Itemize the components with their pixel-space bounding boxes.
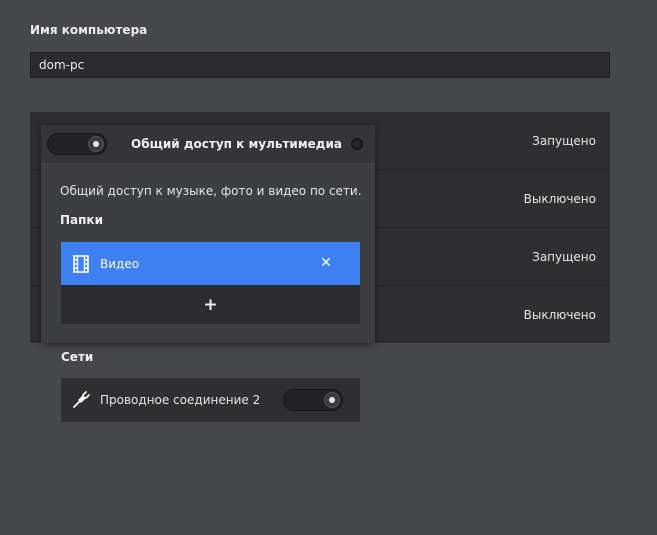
popover-description: Общий доступ к музыке, фото и видео по с… [60,184,362,198]
service-status: Выключено [523,307,596,322]
toggle-knob[interactable] [88,136,104,152]
plug-icon [73,391,90,408]
hostname-input[interactable]: dom-pc [30,52,610,78]
hostname-label: Имя компьютера [30,23,148,37]
service-status: Запущено [532,249,596,264]
popover-title: Общий доступ к мультимедиа [131,137,342,151]
service-status: Выключено [523,191,596,206]
media-sharing-popover: Общий доступ к мультимедиа Общий доступ … [41,125,375,343]
network-name: Проводное соединение 2 [100,393,261,407]
film-icon [73,254,89,273]
network-toggle[interactable] [283,389,343,411]
networks-heading: Сети [61,350,94,364]
service-status: Запущено [532,133,596,148]
folder-name: Видео [100,256,140,271]
folders-heading: Папки [60,213,103,227]
folder-item-video[interactable]: Видео ✕ [61,242,360,285]
sharing-settings-page: Имя компьютера dom-pc Запущено Выключено… [0,0,657,535]
network-item[interactable]: Проводное соединение 2 [61,378,360,422]
toggle-knob[interactable] [324,392,340,408]
add-folder-button[interactable]: + [61,285,360,324]
popover-header: Общий доступ к мультимедиа [41,125,375,163]
status-indicator [351,138,363,150]
media-sharing-toggle[interactable] [47,133,107,155]
remove-folder-button[interactable]: ✕ [318,254,334,272]
